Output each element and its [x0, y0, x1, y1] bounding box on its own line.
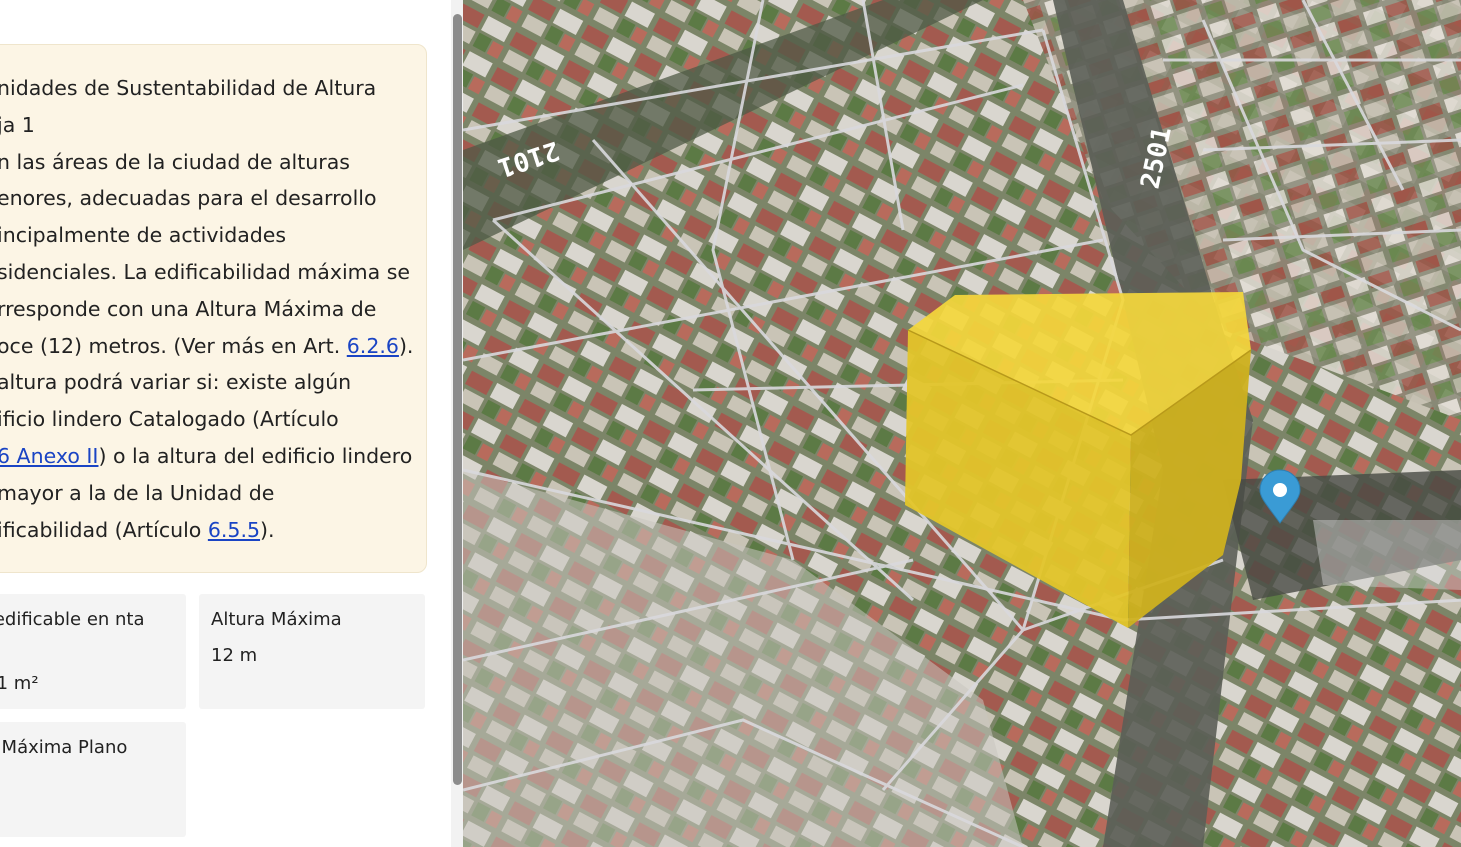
- article-link-anexo-ii[interactable]: 6 Anexo II: [0, 444, 98, 468]
- desc-line: enores, adecuadas para el desarrollo: [0, 186, 377, 211]
- article-link-6-2-6[interactable]: 6.2.6: [347, 334, 399, 358]
- sidebar-panel: nidades de Sustentabilidad de Altura ja …: [0, 0, 452, 847]
- stat-label: ea edificable en nta: [0, 609, 145, 630]
- desc-line: incipalmente de actividades: [0, 223, 287, 248]
- stat-label: ura Máxima Plano nite: [0, 737, 128, 786]
- desc-line: ificabilidad (Artículo: [0, 517, 208, 542]
- stat-label: Altura Máxima: [211, 609, 342, 630]
- map-3d-view[interactable]: 2101 2501: [463, 0, 1461, 847]
- stat-value: 12 m: [211, 645, 258, 666]
- desc-line: n las áreas de la ciudad de alturas: [0, 149, 350, 174]
- desc-line: altura podrá variar si: existe algún: [0, 370, 352, 395]
- desc-line: ).: [260, 517, 275, 542]
- desc-line: mayor a la de la Unidad de: [0, 480, 275, 505]
- desc-line: nidades de Sustentabilidad de Altura: [0, 76, 377, 100]
- scrollbar-thumb[interactable]: [453, 14, 462, 785]
- crosswalk: [1313, 520, 1461, 590]
- desc-line: ja 1: [0, 112, 35, 137]
- desc-line: rresponde con una Altura Máxima de: [0, 296, 377, 321]
- desc-line: ificio lindero Catalogado (Artículo: [0, 407, 339, 432]
- desc-line: sidenciales. La edificabilidad máxima se: [0, 259, 411, 284]
- desc-line: oce (12) metros. (Ver más en Art.: [0, 333, 347, 358]
- desc-line: ).: [398, 333, 414, 358]
- stat-altura-plano-limite: ura Máxima Plano nite m: [0, 722, 186, 837]
- map-canvas[interactable]: 2101 2501: [463, 0, 1461, 847]
- article-link-6-5-5[interactable]: 6.5.5: [208, 518, 260, 542]
- desc-line: ) o la altura del edificio lindero: [98, 443, 413, 468]
- sidebar-scrollbar[interactable]: [451, 0, 463, 847]
- stat-altura-maxima: Altura Máxima 12 m: [199, 594, 425, 709]
- zoning-description: nidades de Sustentabilidad de Altura ja …: [0, 70, 427, 548]
- stat-area-edificable: ea edificable en nta ,931 m²: [0, 594, 186, 709]
- stat-value: ,931 m²: [0, 673, 39, 694]
